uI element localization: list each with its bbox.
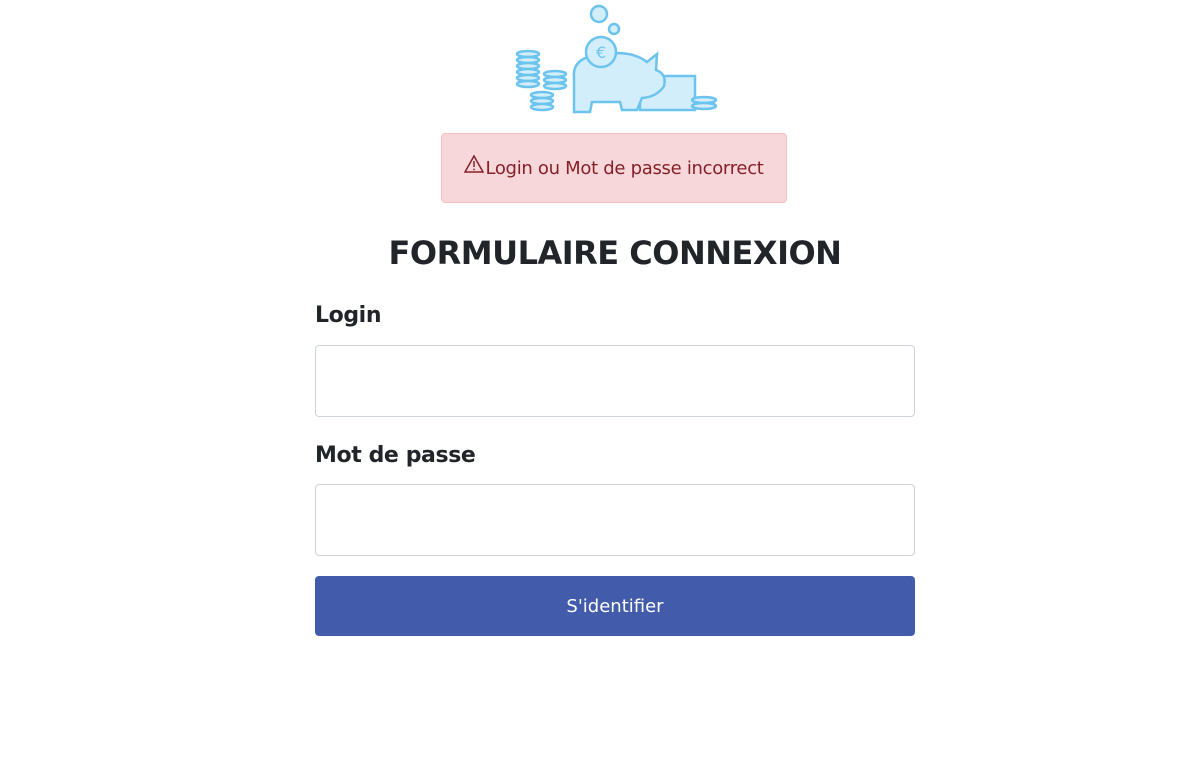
svg-text:€: € xyxy=(596,43,606,62)
warning-triangle-icon xyxy=(464,155,485,173)
password-input[interactable] xyxy=(315,484,915,556)
page-title: FORMULAIRE CONNEXION xyxy=(388,234,842,272)
error-alert: Login ou Mot de passe incorrect xyxy=(441,133,787,203)
piggy-bank-logo: € xyxy=(512,2,718,114)
login-submit-button[interactable]: S'identifier xyxy=(315,576,915,636)
login-input[interactable] xyxy=(315,345,915,417)
coin-stack-icon xyxy=(515,49,568,112)
password-label: Mot de passe xyxy=(315,443,476,468)
login-label: Login xyxy=(315,303,382,328)
alert-message: Login ou Mot de passe incorrect xyxy=(485,157,764,179)
